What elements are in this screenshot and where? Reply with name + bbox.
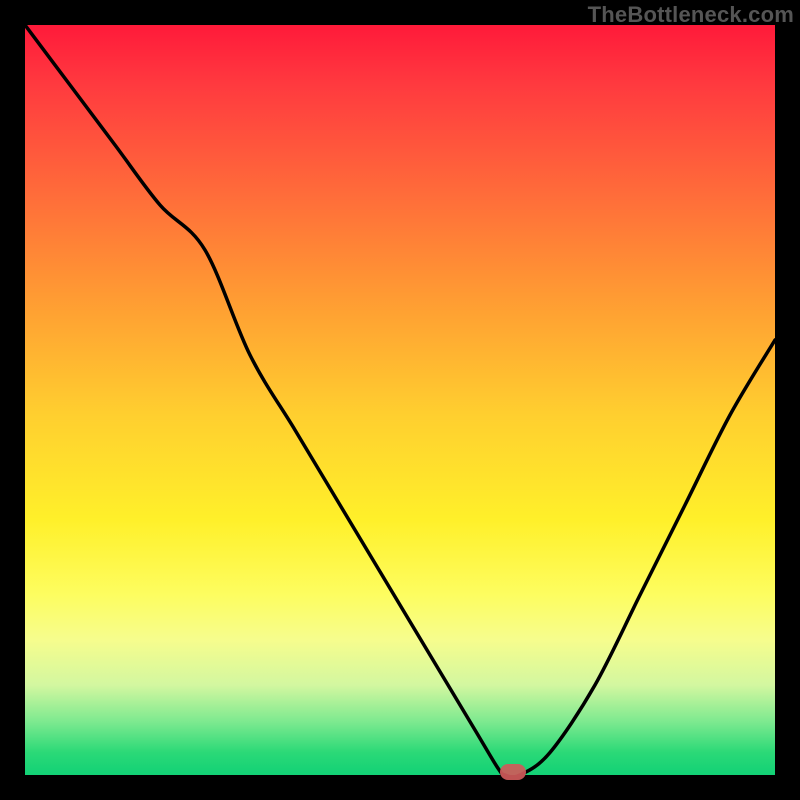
chart-root: TheBottleneck.com [0,0,800,800]
optimum-marker [500,764,526,780]
plot-frame [25,25,775,775]
gradient-background [25,25,775,775]
